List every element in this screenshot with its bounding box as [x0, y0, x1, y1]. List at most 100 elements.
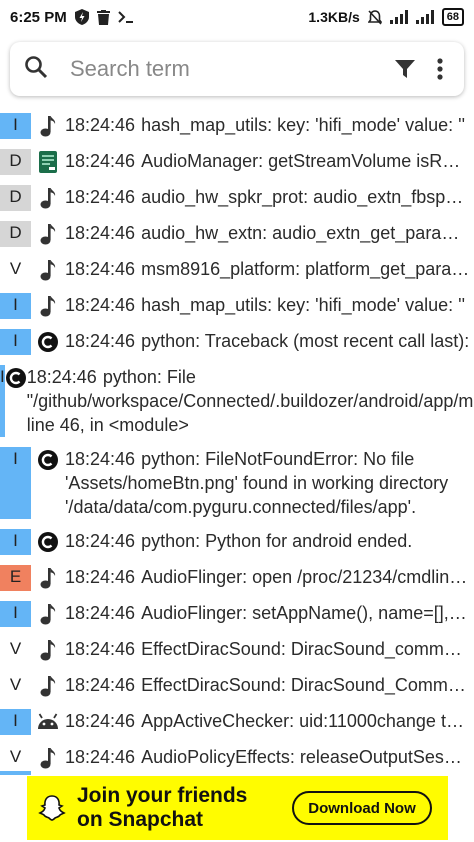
log-timestamp: 18:24:46: [65, 151, 136, 171]
ad-banner[interactable]: Join your friends on Snapchat Download N…: [27, 776, 448, 840]
ad-text-line2: on Snapchat: [77, 808, 204, 831]
log-list[interactable]: I 18:24:46 hash_map_utils: key: 'hifi_mode…: [0, 109, 474, 771]
log-timestamp: 18:24:46: [65, 449, 136, 469]
log-message-text: python: Traceback (most recent call last…: [141, 331, 470, 351]
log-row[interactable]: D 18:24:46 AudioManager: getStreamVolume i…: [0, 145, 474, 181]
search-bar: [10, 42, 464, 96]
log-row[interactable]: I 18:24:46 hash_map_utils: key: 'hifi_mode…: [0, 109, 474, 145]
log-timestamp: 18:24:46: [65, 603, 136, 623]
c-app-icon: [31, 447, 65, 473]
log-timestamp: 18:24:46: [65, 747, 136, 767]
log-message-text: audio_hw_extn: audio_extn_get_parameters: [141, 223, 474, 243]
download-now-button[interactable]: Download Now: [292, 791, 432, 825]
log-timestamp: 18:24:46: [65, 639, 136, 659]
log-message-text: EffectDiracSound: DiracSound_Command: [141, 675, 474, 695]
search-icon[interactable]: [24, 55, 48, 84]
log-message-text: audio_hw_spkr_prot: audio_extn_fbsp_set_…: [141, 187, 474, 207]
log-level-badge: I: [0, 447, 31, 519]
log-message: 18:24:46 EffectDiracSound: DiracSound_Com…: [65, 673, 474, 697]
log-level-badge: I: [0, 529, 31, 555]
log-message: 18:24:46 audio_hw_extn: audio_extn_get_pa…: [65, 221, 474, 245]
log-row[interactable]: V 18:24:46 EffectDiracSound: DiracSound_co…: [0, 633, 474, 669]
log-level-badge: I: [0, 709, 31, 735]
music-note-icon: [31, 601, 65, 627]
log-message: 18:24:46 EffectDiracSound: DiracSound_com…: [65, 637, 474, 661]
music-note-icon: [31, 257, 65, 283]
log-row[interactable]: I 18:24:46 python: Traceback (most recent …: [0, 325, 474, 361]
more-options-icon[interactable]: [430, 54, 450, 84]
log-message: 18:24:46 python: Traceback (most recent c…: [65, 329, 474, 353]
log-timestamp: 18:24:46: [65, 711, 136, 731]
log-level-badge: I: [0, 113, 31, 139]
log-level-badge: E: [0, 565, 31, 591]
music-note-icon: [31, 293, 65, 319]
log-row[interactable]: V 18:24:46 EffectDiracSound: DiracSound_Co…: [0, 669, 474, 705]
c-app-icon: [5, 365, 27, 391]
log-message: 18:24:46 audio_hw_spkr_prot: audio_extn_f…: [65, 185, 474, 209]
log-level-badge: V: [0, 637, 31, 663]
log-message-text: AudioPolicyEffects: releaseOutputSession…: [141, 747, 474, 767]
shield-icon: [74, 9, 89, 25]
log-row[interactable]: D 18:24:46 audio_hw_extn: audio_extn_get_p…: [0, 217, 474, 253]
status-bar: 6:25 PM 1.3KB/s 68: [0, 0, 474, 34]
music-note-icon: [31, 673, 65, 699]
ad-text-line1: Join your friends: [77, 784, 248, 807]
status-left: 6:25 PM: [10, 9, 134, 26]
log-message-text: EffectDiracSound: DiracSound_command: [141, 639, 474, 659]
log-message: 18:24:46 AudioFlinger: open /proc/21234/c…: [65, 565, 474, 589]
battery-icon: 68: [441, 8, 464, 26]
log-timestamp: 18:24:46: [65, 187, 136, 207]
log-message-text: hash_map_utils: key: 'hifi_mode' value: …: [141, 295, 465, 315]
log-row-partial: [0, 771, 31, 775]
log-message: 18:24:46 AppActiveChecker: uid:11000chang…: [65, 709, 474, 733]
log-message: 18:24:46 msm8916_platform: platform_get_p…: [65, 257, 474, 281]
log-message-text: AudioManager: getStreamVolume isRestrict…: [141, 151, 474, 171]
log-row[interactable]: V 18:24:46 msm8916_platform: platform_get_…: [0, 253, 474, 289]
log-level-badge: I: [0, 601, 31, 627]
signal-icon: [389, 10, 408, 24]
log-message-text: AudioFlinger: open /proc/21234/cmdline f…: [141, 567, 474, 587]
log-level-badge: D: [0, 185, 31, 211]
log-row[interactable]: I 18:24:46 AppActiveChecker: uid:11000chan…: [0, 705, 474, 741]
signal-icon: [415, 10, 434, 24]
log-level-badge: V: [0, 673, 31, 699]
music-note-icon: [31, 113, 65, 139]
log-timestamp: 18:24:46: [65, 331, 136, 351]
alarm-off-icon: [367, 9, 382, 25]
log-row[interactable]: I 18:24:46 hash_map_utils: key: 'hifi_mode…: [0, 289, 474, 325]
log-row[interactable]: I 18:24:46 python: Python for android ende…: [0, 525, 474, 561]
log-level-badge: V: [0, 257, 31, 283]
log-message-text: python: Python for android ended.: [141, 531, 413, 551]
log-message: 18:24:46 python: Python for android ended…: [65, 529, 474, 553]
log-message: 18:24:46 AudioPolicyEffects: releaseOutpu…: [65, 745, 474, 769]
log-timestamp: 18:24:46: [65, 115, 136, 135]
log-message: 18:24:46 AudioFlinger: setAppName(), name…: [65, 601, 474, 625]
log-message-text: hash_map_utils: key: 'hifi_mode' value: …: [141, 115, 465, 135]
search-input[interactable]: [70, 56, 382, 82]
log-row[interactable]: V 18:24:46 AudioPolicyEffects: releaseOutp…: [0, 741, 474, 771]
audio-app-icon: [31, 149, 65, 175]
c-app-icon: [31, 529, 65, 555]
log-message-text: AudioFlinger: setAppName(), name=[], pid…: [141, 603, 474, 623]
log-timestamp: 18:24:46: [65, 259, 136, 279]
delete-icon: [96, 9, 110, 25]
log-message: 18:24:46 AudioManager: getStreamVolume is…: [65, 149, 474, 173]
status-right: 1.3KB/s 68: [308, 8, 464, 26]
log-message: 18:24:46 hash_map_utils: key: 'hifi_mode'…: [65, 113, 474, 137]
music-note-icon: [31, 637, 65, 663]
log-message: 18:24:46 hash_map_utils: key: 'hifi_mode'…: [65, 293, 474, 317]
filter-icon[interactable]: [390, 54, 420, 84]
terminal-icon: [117, 10, 134, 24]
log-timestamp: 18:24:46: [65, 675, 136, 695]
log-level-badge: D: [0, 149, 31, 175]
status-time: 6:25 PM: [10, 8, 67, 26]
log-row[interactable]: E 18:24:46 AudioFlinger: open /proc/21234/…: [0, 561, 474, 597]
log-row[interactable]: D 18:24:46 audio_hw_spkr_prot: audio_extn_…: [0, 181, 474, 217]
log-timestamp: 18:24:46: [65, 223, 136, 243]
log-row[interactable]: I 18:24:46 python: FileNotFoundError: No f…: [0, 443, 474, 525]
music-note-icon: [31, 565, 65, 591]
log-row[interactable]: I 18:24:46 AudioFlinger: setAppName(), nam…: [0, 597, 474, 633]
log-row[interactable]: I 18:24:46 python: File "/github/workspace…: [0, 361, 474, 443]
log-message: 18:24:46 python: File "/github/workspace/…: [27, 365, 474, 437]
music-note-icon: [31, 221, 65, 247]
